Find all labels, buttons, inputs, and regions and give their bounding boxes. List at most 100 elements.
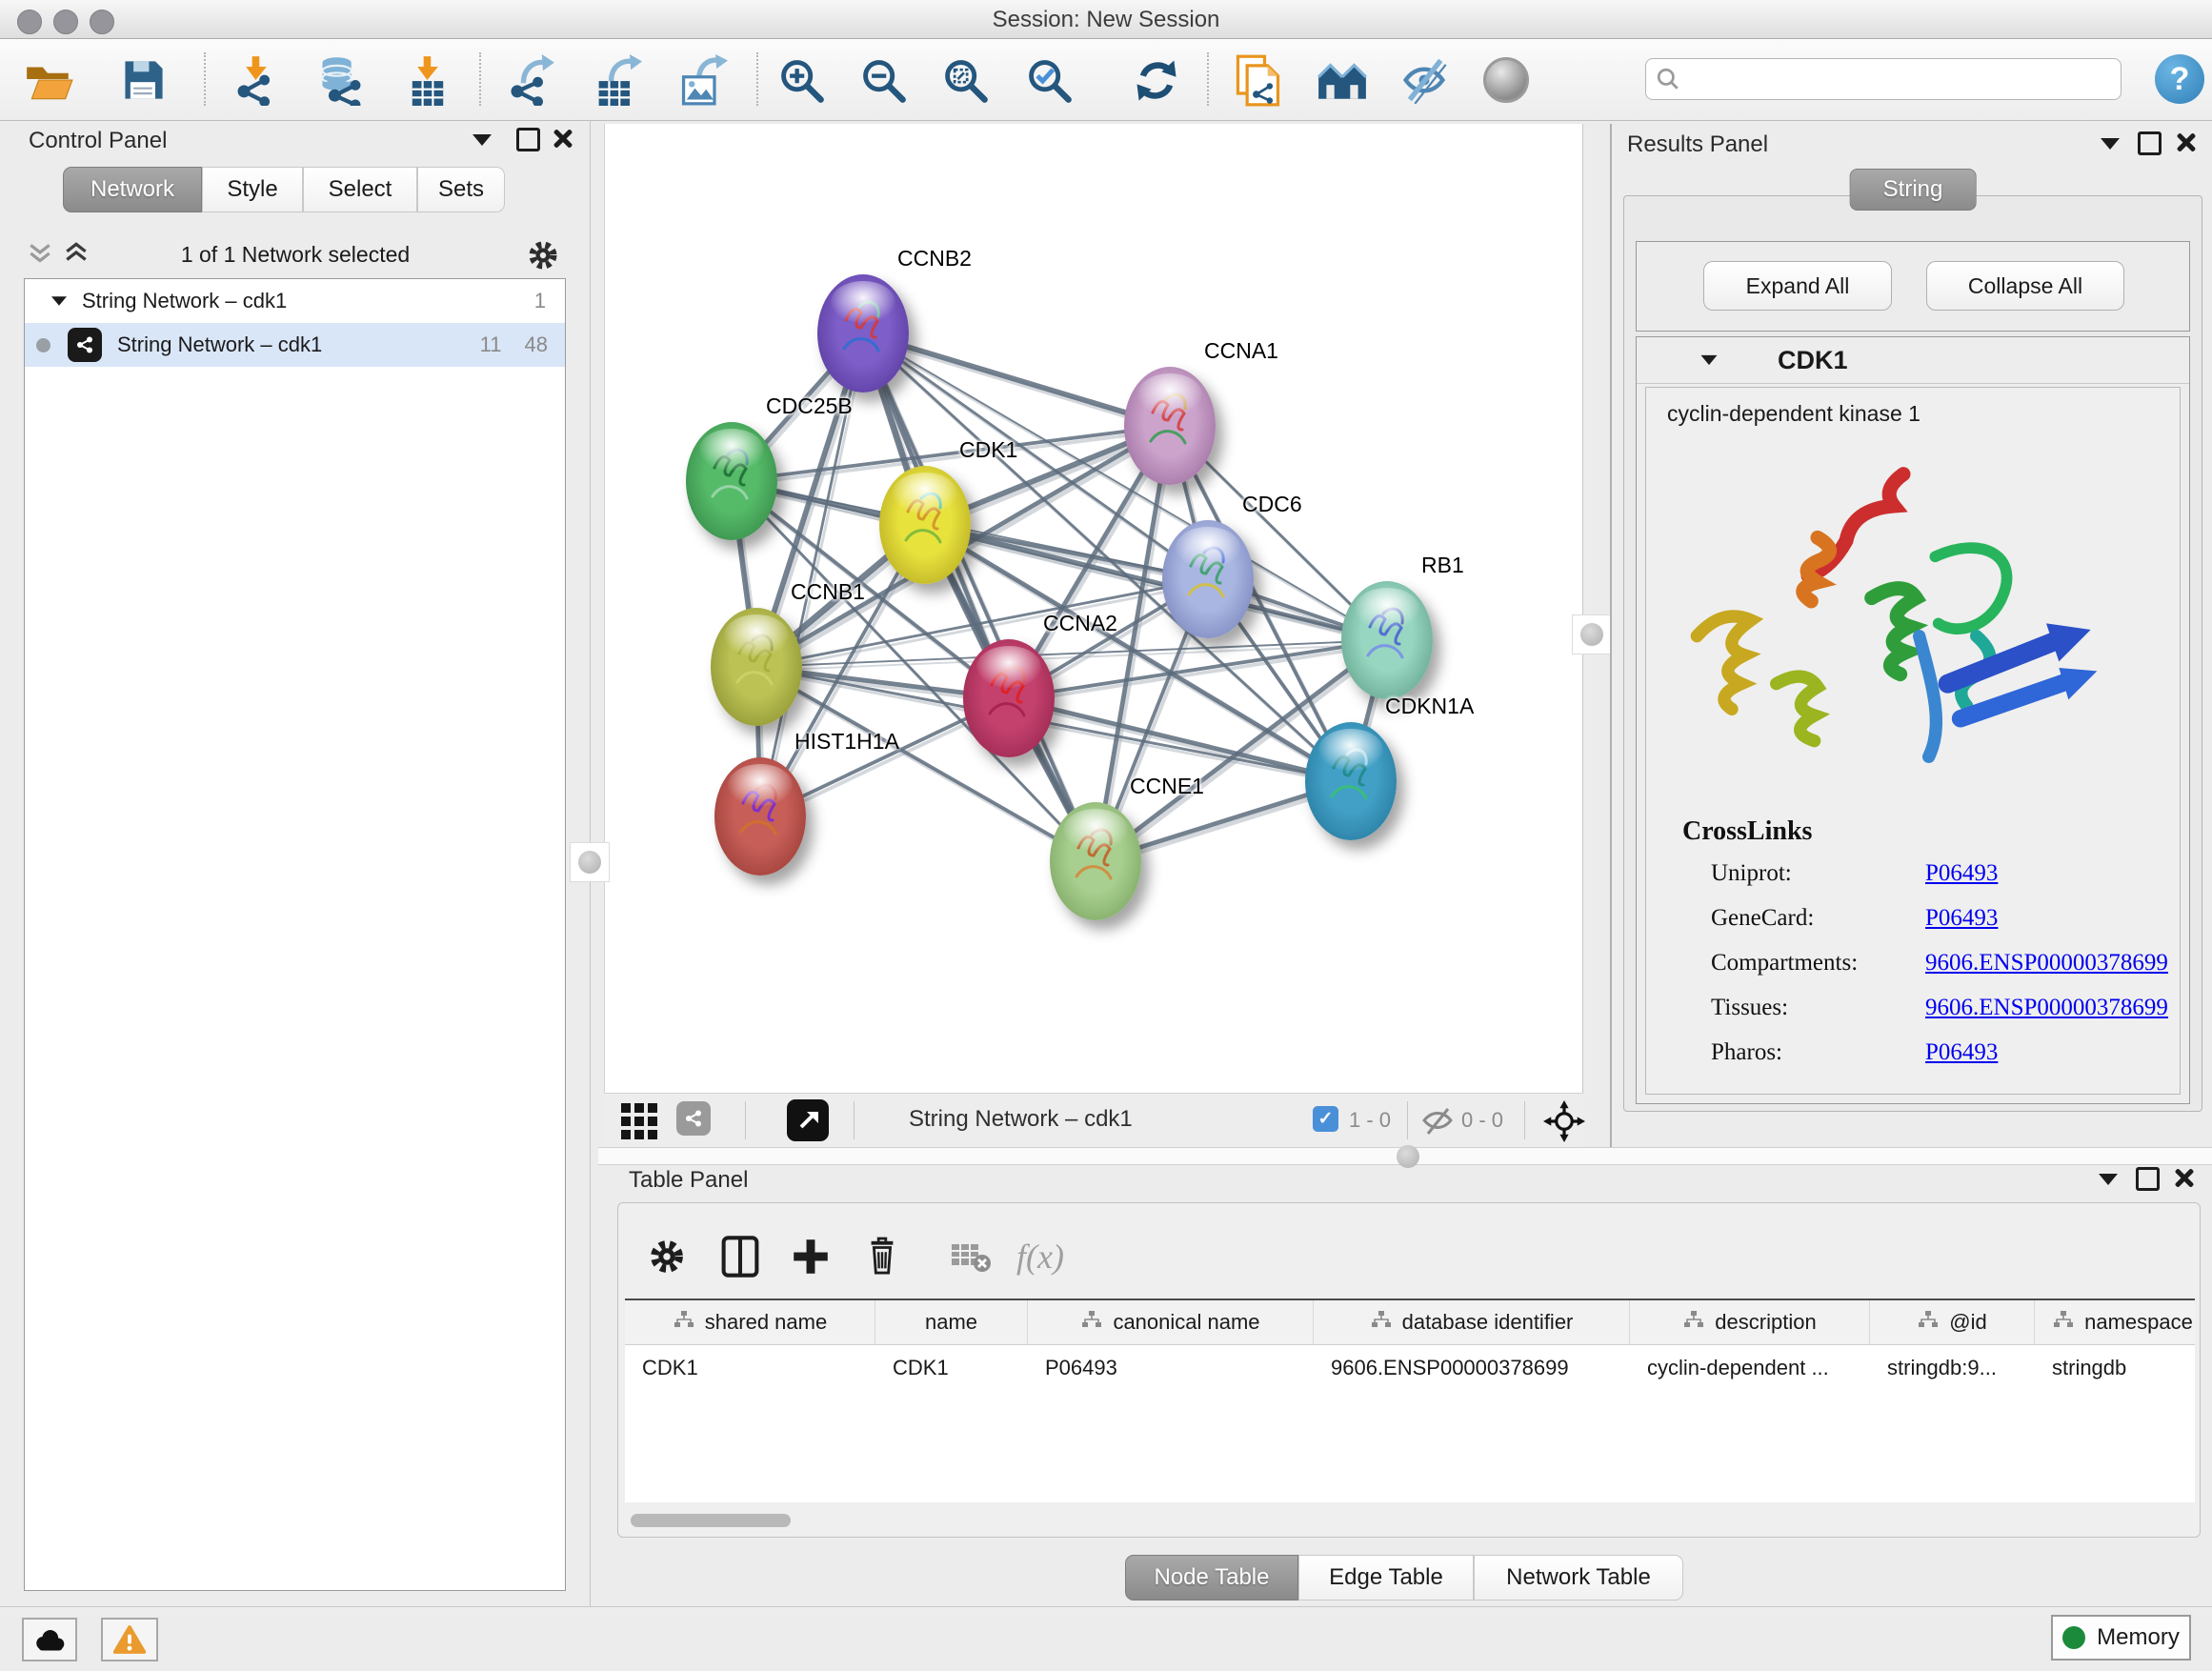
network-node-cdc6[interactable]: [1162, 520, 1254, 638]
horizontal-splitter[interactable]: [598, 1147, 2212, 1165]
add-column-icon[interactable]: [792, 1232, 830, 1281]
tab-network-table[interactable]: Network Table: [1474, 1555, 1683, 1601]
panel-menu-icon[interactable]: [473, 134, 492, 146]
inspect-sphere-icon[interactable]: [1478, 52, 1534, 108]
column-header-label: shared name: [705, 1310, 827, 1335]
network-node-ccna1[interactable]: [1124, 367, 1216, 485]
crosslink-link[interactable]: 9606.ENSP00000378699: [1925, 995, 2168, 1021]
show-hide-eye-icon[interactable]: [1397, 52, 1452, 108]
scrollbar-thumb[interactable]: [631, 1514, 791, 1527]
table-cell: stringdb:9...: [1870, 1345, 2035, 1391]
node-label-ccnb1: CCNB1: [791, 579, 865, 605]
table-body: CDK1CDK1P064939606.ENSP00000378699cyclin…: [625, 1345, 2195, 1391]
tab-network[interactable]: Network: [63, 167, 202, 212]
select-columns-icon[interactable]: [721, 1232, 759, 1281]
network-options-gear-icon[interactable]: [526, 238, 560, 277]
function-builder-icon[interactable]: f(x): [1016, 1232, 1064, 1281]
network-canvas[interactable]: CCNB2CCNA1CDC25BCDK1CDC6RB1CCNB1CCNA2CDK…: [604, 124, 1583, 1093]
node-label-cdk1: CDK1: [959, 437, 1017, 463]
network-node-ccnb1[interactable]: [711, 608, 802, 726]
toolbar-separator: [1524, 1101, 1525, 1139]
string-home-icon[interactable]: [1315, 52, 1370, 108]
column-header-shared-name[interactable]: shared name: [625, 1300, 875, 1344]
column-header-database-identifier[interactable]: database identifier: [1314, 1300, 1630, 1344]
delete-column-icon[interactable]: [864, 1232, 900, 1281]
collapse-icon[interactable]: [1701, 355, 1718, 365]
clone-network-icon[interactable]: [1231, 52, 1286, 108]
right-splitter-handle[interactable]: [1572, 614, 1612, 654]
network-node-ccnb2[interactable]: [817, 274, 909, 393]
column-header-name[interactable]: name: [875, 1300, 1028, 1344]
network-node-rb1[interactable]: [1341, 581, 1433, 699]
tab-style[interactable]: Style: [202, 167, 303, 212]
save-session-icon[interactable]: [116, 52, 171, 108]
tab-sets[interactable]: Sets: [417, 167, 505, 212]
export-image-icon[interactable]: [674, 52, 730, 108]
import-network-from-database-icon[interactable]: [314, 52, 370, 108]
panel-close-icon[interactable]: [2174, 1167, 2195, 1188]
tab-select[interactable]: Select: [303, 167, 417, 212]
export-table-icon[interactable]: [589, 52, 644, 108]
left-splitter-handle[interactable]: [570, 842, 610, 882]
crosslink-label: GeneCard:: [1711, 905, 1814, 932]
birds-eye-view-icon[interactable]: [787, 1099, 829, 1141]
collapse-icon[interactable]: [51, 296, 67, 306]
memory-label: Memory: [2097, 1624, 2180, 1651]
network-node-cdkn1a[interactable]: [1305, 722, 1397, 840]
network-node-cdc25b[interactable]: [686, 422, 777, 540]
search-input[interactable]: [1680, 66, 2111, 92]
import-network-from-file-icon[interactable]: [229, 52, 284, 108]
column-header--id[interactable]: @id: [1870, 1300, 2035, 1344]
panel-float-icon[interactable]: [516, 128, 540, 151]
tab-edge-table[interactable]: Edge Table: [1298, 1555, 1474, 1601]
crosslink-link[interactable]: P06493: [1925, 905, 1998, 932]
selected-checkbox-icon[interactable]: ✓: [1313, 1106, 1338, 1132]
warning-status-button[interactable]: [101, 1618, 158, 1661]
fit-selection-crosshair-icon[interactable]: [1543, 1100, 1585, 1147]
export-network-icon[interactable]: [503, 52, 558, 108]
panel-close-icon[interactable]: [2176, 131, 2197, 152]
crosslink-link[interactable]: P06493: [1925, 860, 1998, 887]
expand-all-tree-icon[interactable]: [27, 242, 53, 270]
gene-section-header[interactable]: CDK1: [1637, 337, 2189, 384]
panel-menu-icon[interactable]: [2101, 138, 2120, 150]
network-view-icon[interactable]: [676, 1101, 711, 1136]
network-node-ccne1[interactable]: [1050, 802, 1141, 920]
zoom-fit-icon[interactable]: [937, 52, 993, 108]
network-row-selected[interactable]: String Network – cdk1 11 48: [25, 323, 565, 367]
collapse-all-tree-icon[interactable]: [63, 242, 90, 270]
panel-menu-icon[interactable]: [2099, 1174, 2118, 1185]
network-collection-row[interactable]: String Network – cdk1 1: [25, 279, 565, 323]
zoom-selected-icon[interactable]: [1021, 52, 1076, 108]
delete-table-icon[interactable]: [950, 1232, 992, 1281]
network-node-cdk1[interactable]: [879, 466, 971, 584]
panel-close-icon[interactable]: [553, 128, 573, 149]
table-row[interactable]: CDK1CDK1P064939606.ENSP00000378699cyclin…: [625, 1345, 2195, 1391]
cloud-status-button[interactable]: [22, 1618, 77, 1661]
help-button[interactable]: ?: [2155, 54, 2204, 104]
network-node-ccna2[interactable]: [963, 639, 1055, 757]
refresh-network-icon[interactable]: [1129, 52, 1184, 108]
column-header-canonical-name[interactable]: canonical name: [1028, 1300, 1314, 1344]
zoom-out-icon[interactable]: [855, 52, 911, 108]
tab-string[interactable]: String: [1850, 169, 1977, 211]
column-header-description[interactable]: description: [1630, 1300, 1870, 1344]
panel-float-icon[interactable]: [2138, 131, 2162, 155]
expand-all-button[interactable]: Expand All: [1703, 261, 1892, 311]
open-session-icon[interactable]: [21, 52, 76, 108]
crosslink-link[interactable]: P06493: [1925, 1039, 1998, 1066]
tab-node-table[interactable]: Node Table: [1125, 1555, 1298, 1601]
collapse-all-button[interactable]: Collapse All: [1926, 261, 2124, 311]
node-label-hist1h1a: HIST1H1A: [794, 729, 899, 755]
crosslink-label: Tissues:: [1711, 995, 1788, 1021]
crosslink-link[interactable]: 9606.ENSP00000378699: [1925, 950, 2168, 976]
memory-button[interactable]: Memory: [2051, 1615, 2191, 1661]
network-node-hist1h1a[interactable]: [714, 757, 806, 876]
control-panel-tabs: NetworkStyleSelectSets: [63, 167, 505, 212]
panel-float-icon[interactable]: [2136, 1167, 2160, 1191]
table-gear-icon[interactable]: [647, 1232, 687, 1281]
column-header-namespace[interactable]: namespace: [2035, 1300, 2195, 1344]
import-table-from-file-icon[interactable]: [400, 52, 455, 108]
zoom-in-icon[interactable]: [774, 52, 829, 108]
grid-view-icon[interactable]: [621, 1103, 657, 1139]
